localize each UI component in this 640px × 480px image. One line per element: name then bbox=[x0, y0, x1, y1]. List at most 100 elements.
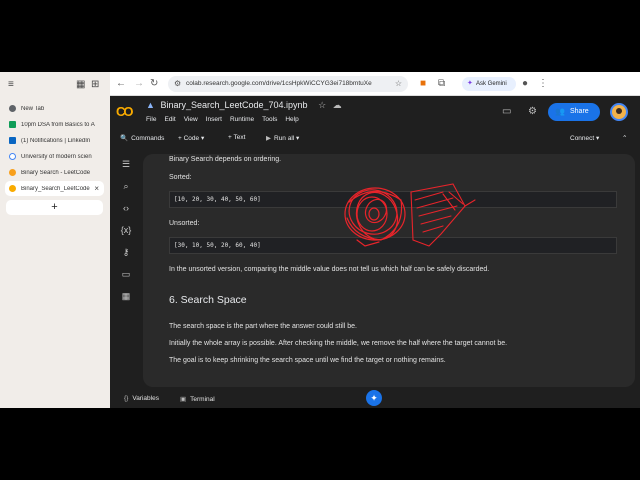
terminal-button[interactable]: ▣ Terminal bbox=[180, 395, 215, 403]
folder-icon[interactable]: ▭ bbox=[116, 266, 136, 282]
extension-icon[interactable]: ■ bbox=[420, 77, 426, 91]
tab-strip-controls: ≡ ▦ ⊞ bbox=[6, 78, 104, 92]
menu-file[interactable]: File bbox=[146, 116, 156, 123]
add-text-button[interactable]: + Text bbox=[228, 134, 245, 141]
tab-title: Binary Search - LeetCode bbox=[21, 169, 91, 176]
terminal-grid-icon[interactable]: ▦ bbox=[116, 288, 136, 304]
search-space-para-1: The search space is the part where the a… bbox=[169, 323, 357, 330]
tab-title: (1) Notifications | LinkedIn bbox=[21, 137, 91, 144]
variables-icon: {} bbox=[124, 395, 129, 402]
colab-logo[interactable]: CO bbox=[116, 104, 133, 119]
collapse-tabs-icon[interactable]: ≡ bbox=[8, 78, 14, 92]
tab-search-icon[interactable]: ▦ bbox=[76, 78, 85, 92]
run-all-label: Run all bbox=[274, 135, 295, 142]
colab-header: CO ▲ Binary_Search_LeetCode_704.ipynb ☆ … bbox=[110, 96, 640, 128]
sorted-code-block: [10, 20, 30, 40, 50, 60] bbox=[169, 191, 617, 208]
bottom-status-bar: {} Variables ▣ Terminal ✦ bbox=[110, 388, 640, 408]
avatar[interactable] bbox=[610, 103, 628, 121]
comment-icon[interactable]: ▭ bbox=[502, 106, 511, 117]
ask-gemini-label: Ask Gemini bbox=[476, 81, 507, 87]
connect-button[interactable]: Connect ▾ bbox=[570, 134, 599, 142]
tab-colab-active[interactable]: Binary_Search_LeetCode × bbox=[5, 181, 104, 196]
star-icon[interactable]: ☆ bbox=[318, 100, 326, 110]
search-icon: 🔍 bbox=[120, 135, 129, 142]
address-bar[interactable]: ⚙ colab.research.google.com/drive/1csHpk… bbox=[168, 76, 408, 92]
menu-help[interactable]: Help bbox=[285, 116, 298, 123]
cloud-icon[interactable]: ☁ bbox=[333, 100, 342, 110]
tab-linkedin[interactable]: (1) Notifications | LinkedIn bbox=[5, 133, 104, 148]
share-button[interactable]: 👥 Share bbox=[548, 103, 600, 121]
terminal-icon: ▣ bbox=[180, 396, 187, 403]
chevron-down-icon: ▾ bbox=[596, 135, 600, 142]
notebook-title-text: Binary_Search_LeetCode_704.ipynb bbox=[160, 100, 308, 110]
menu-edit[interactable]: Edit bbox=[164, 116, 175, 123]
ask-gemini-button[interactable]: ✦ Ask Gemini bbox=[462, 77, 516, 91]
chevron-down-icon: ▾ bbox=[200, 135, 205, 142]
toc-icon[interactable]: ☰ bbox=[116, 156, 136, 172]
tab-university[interactable]: University of modern scien bbox=[5, 149, 104, 164]
search-space-para-2: Initially the whole array is possible. A… bbox=[169, 340, 508, 347]
vertical-tab-strip: ≡ ▦ ⊞ New Tab 10pm DSA from Basics to A … bbox=[0, 72, 110, 408]
linkedin-icon bbox=[9, 137, 16, 144]
colab-icon bbox=[9, 185, 16, 192]
unsorted-label: Unsorted: bbox=[169, 220, 200, 227]
back-icon[interactable]: ← bbox=[116, 77, 126, 91]
commands-button[interactable]: 🔍 Commands bbox=[120, 134, 164, 142]
sheets-icon bbox=[9, 121, 16, 128]
profile-icon[interactable]: ● bbox=[522, 77, 528, 91]
tab-groups-icon[interactable]: ⊞ bbox=[91, 78, 99, 92]
terminal-label: Terminal bbox=[190, 396, 215, 403]
tab-title: 10pm DSA from Basics to A bbox=[21, 121, 95, 128]
menu-insert[interactable]: Insert bbox=[206, 116, 222, 123]
add-text-label: + Text bbox=[228, 134, 246, 141]
variables-inspector-icon[interactable]: {x} bbox=[116, 222, 136, 238]
url-text: colab.research.google.com/drive/1csHpkWi… bbox=[186, 80, 372, 87]
cell-text-ordering: Binary Search depends on ordering. bbox=[169, 156, 282, 163]
collapse-icon[interactable]: ⌃ bbox=[622, 134, 627, 142]
connect-label: Connect bbox=[570, 135, 595, 142]
notebook-title[interactable]: ▲ Binary_Search_LeetCode_704.ipynb ☆ ☁ bbox=[146, 100, 342, 111]
gemini-sparkle-icon: ✦ bbox=[467, 80, 473, 87]
notebook-toolbar: 🔍 Commands + Code ▾ + Text ▶ Run all ▾ Con… bbox=[110, 128, 640, 148]
secrets-key-icon[interactable]: ⚷ bbox=[116, 244, 136, 260]
code-snippets-icon[interactable]: ‹› bbox=[116, 200, 136, 216]
unsorted-note: In the unsorted version, comparing the m… bbox=[169, 266, 490, 273]
people-icon: 👥 bbox=[555, 107, 565, 116]
extensions-puzzle-icon[interactable]: ⧉ bbox=[438, 77, 445, 91]
add-code-button[interactable]: + Code ▾ bbox=[178, 134, 204, 142]
browser-toolbar: ← → ↻ ⚙ colab.research.google.com/drive/… bbox=[110, 72, 640, 96]
close-icon[interactable]: × bbox=[94, 184, 99, 193]
tab-title: New Tab bbox=[21, 105, 45, 112]
gemini-fab-button[interactable]: ✦ bbox=[366, 390, 382, 406]
menu-runtime[interactable]: Runtime bbox=[230, 116, 254, 123]
more-vert-icon[interactable]: ⋮ bbox=[538, 77, 548, 91]
unsorted-code-block: [30, 10, 50, 20, 60, 40] bbox=[169, 237, 617, 254]
variables-button[interactable]: {} Variables bbox=[124, 395, 159, 402]
new-tab-button[interactable]: + bbox=[6, 200, 103, 215]
tab-title: University of modern scien bbox=[21, 153, 92, 160]
settings-icon[interactable]: ⚙ bbox=[528, 106, 537, 117]
share-label: Share bbox=[570, 108, 589, 115]
section-heading: 6. Search Space bbox=[169, 294, 247, 306]
bookmark-star-icon[interactable]: ☆ bbox=[395, 76, 402, 92]
tab-new-tab[interactable]: New Tab bbox=[5, 101, 104, 116]
tab-leetcode[interactable]: Binary Search - LeetCode bbox=[5, 165, 104, 180]
find-icon[interactable]: ⌕ bbox=[116, 178, 136, 194]
forward-icon[interactable]: → bbox=[134, 77, 144, 91]
globe-icon bbox=[9, 105, 16, 112]
variables-label: Variables bbox=[132, 395, 159, 402]
menu-tools[interactable]: Tools bbox=[262, 116, 277, 123]
reload-icon[interactable]: ↻ bbox=[150, 77, 158, 91]
leetcode-icon bbox=[9, 169, 16, 176]
search-space-para-3: The goal is to keep shrinking the search… bbox=[169, 357, 446, 364]
sorted-label: Sorted: bbox=[169, 174, 192, 181]
site-info-icon[interactable]: ⚙ bbox=[174, 76, 181, 92]
tab-title: Binary_Search_LeetCode bbox=[21, 185, 90, 192]
tab-dsa-sheet[interactable]: 10pm DSA from Basics to A bbox=[5, 117, 104, 132]
markdown-cell[interactable]: Binary Search depends on ordering. Sorte… bbox=[143, 154, 635, 387]
chevron-down-icon: ▾ bbox=[296, 135, 300, 142]
menu-view[interactable]: View bbox=[184, 116, 198, 123]
run-all-button[interactable]: ▶ Run all ▾ bbox=[266, 134, 299, 142]
commands-label: Commands bbox=[131, 135, 165, 142]
google-icon bbox=[9, 153, 16, 160]
